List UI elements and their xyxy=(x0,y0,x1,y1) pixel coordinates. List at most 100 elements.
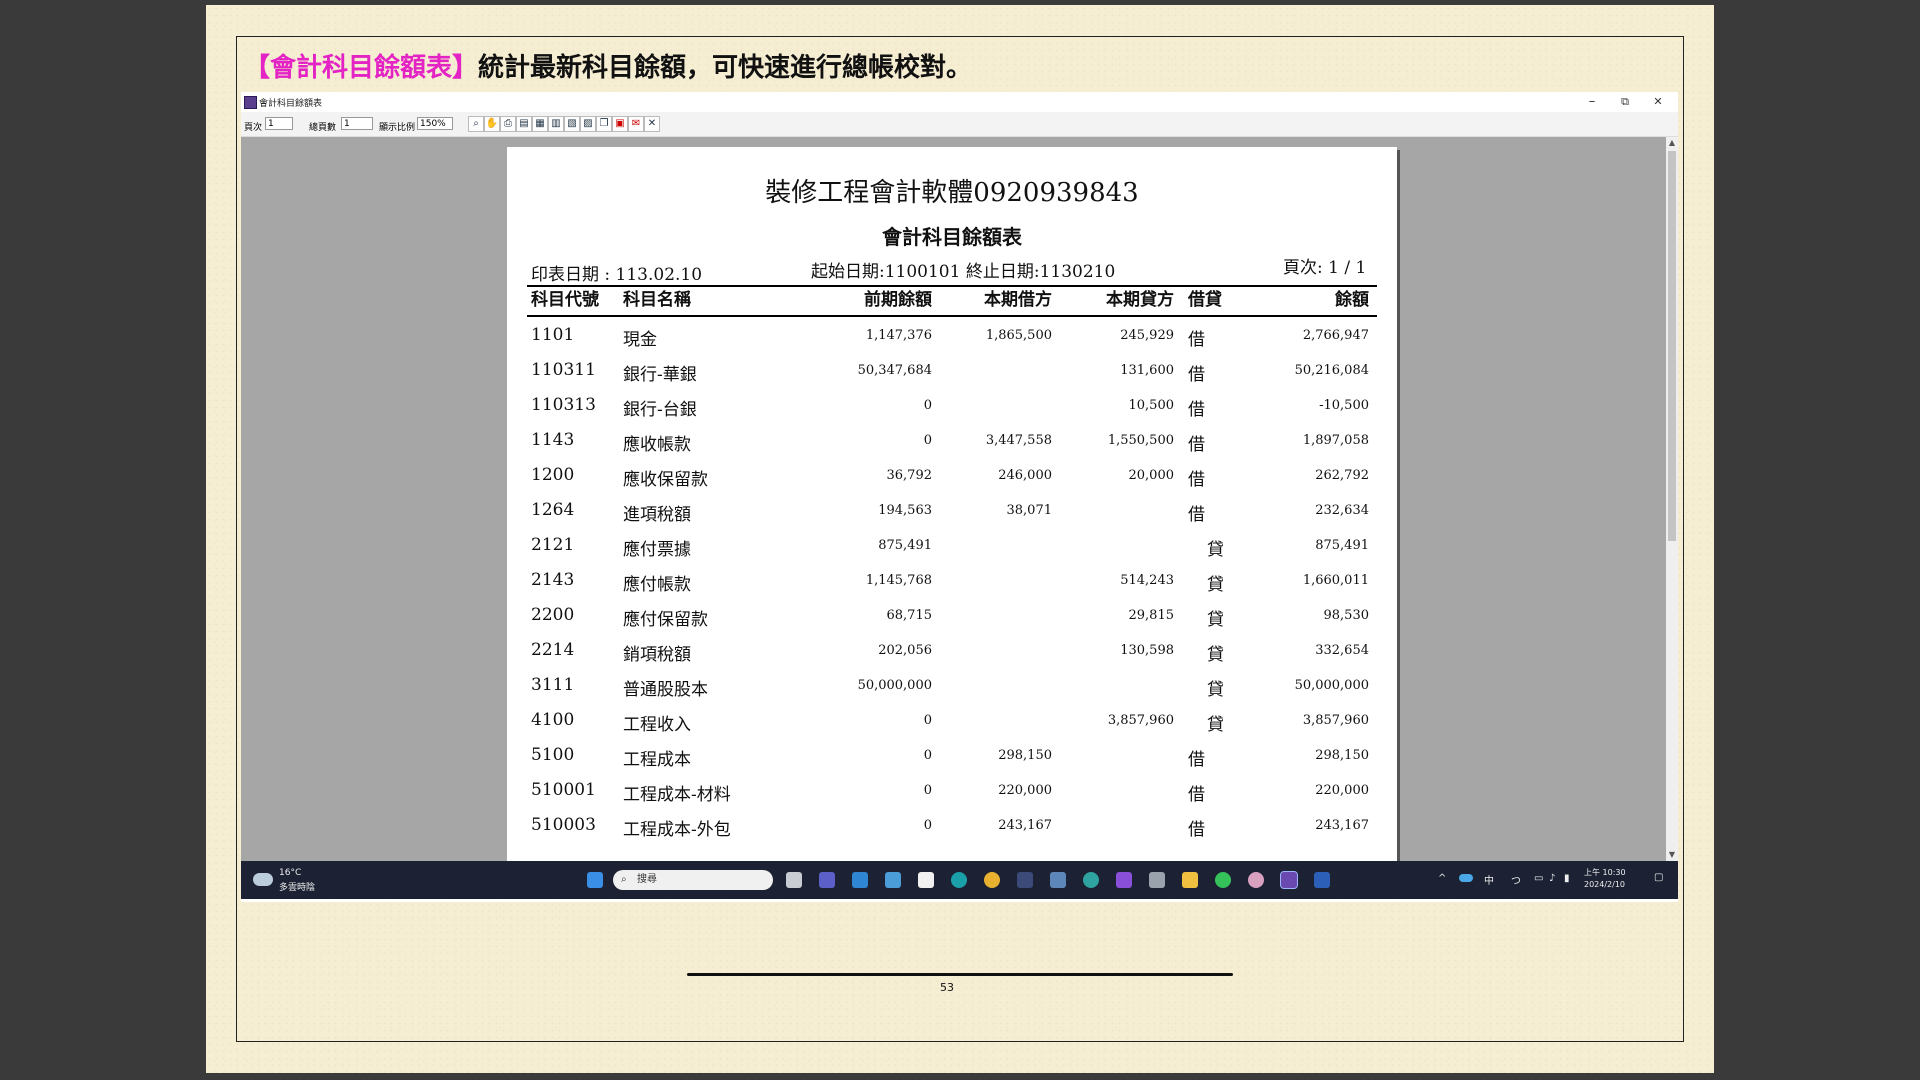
table-row: 1264 進項稅額 194,563 38,071 借 232,634 xyxy=(507,500,1397,530)
report-app-icon[interactable] xyxy=(1280,871,1298,889)
cell-balance: 220,000 xyxy=(1315,783,1369,798)
cell-balance: 50,000,000 xyxy=(1294,678,1369,693)
hand-icon[interactable]: ✋ xyxy=(484,116,500,132)
cell-prev-balance: 0 xyxy=(923,713,932,728)
report-title: 會計科目餘額表 xyxy=(882,225,1022,249)
ime-indicator[interactable]: 中 xyxy=(1484,872,1494,887)
total-pages-input[interactable]: 1 xyxy=(341,117,373,130)
network-icon[interactable]: ▭ xyxy=(1534,873,1543,884)
cell-prev-balance: 50,000,000 xyxy=(857,678,932,693)
cell-direction: 貸 xyxy=(1207,575,1224,595)
cell-name: 銀行-華銀 xyxy=(623,365,697,385)
tray-chevron-icon[interactable]: ^ xyxy=(1438,873,1446,884)
cell-balance: 243,167 xyxy=(1315,818,1369,833)
notification-icon[interactable]: ▢ xyxy=(1654,872,1663,883)
scroll-down-icon[interactable]: ▼ xyxy=(1666,849,1678,861)
col-name: 科目名稱 xyxy=(623,290,691,310)
company-title: 裝修工程會計軟體0920939843 xyxy=(765,178,1139,208)
cell-code: 2214 xyxy=(531,640,575,660)
table-row: 5100 工程成本 0 298,150 借 298,150 xyxy=(507,745,1397,775)
clock-date[interactable]: 2024/2/10 xyxy=(1584,880,1625,889)
edge-icon[interactable] xyxy=(951,872,967,888)
zoom-select[interactable]: 150% xyxy=(417,117,453,130)
page-input[interactable]: 1 xyxy=(265,117,293,130)
word-icon[interactable] xyxy=(1314,872,1330,888)
search-icon: ⌕ xyxy=(621,874,627,885)
cell-direction: 貸 xyxy=(1207,645,1224,665)
volume-icon[interactable]: ♪ xyxy=(1549,873,1555,884)
cell-credit: 29,815 xyxy=(1128,608,1175,623)
export-image-icon[interactable]: ▧ xyxy=(564,116,580,132)
weather-temp: 16°C xyxy=(279,868,302,878)
cell-credit: 245,929 xyxy=(1120,328,1174,343)
vertical-scrollbar[interactable]: ▲ ▼ xyxy=(1666,137,1678,861)
cell-code: 1264 xyxy=(531,500,575,520)
page-setup-icon[interactable]: ▤ xyxy=(516,116,532,132)
restore-button[interactable]: ⧉ xyxy=(1610,93,1640,111)
cell-code: 5100 xyxy=(531,745,575,765)
photos-icon[interactable] xyxy=(885,872,901,888)
mail-icon[interactable]: ✉ xyxy=(628,116,644,132)
clock-time[interactable]: 上午 10:30 xyxy=(1584,867,1626,878)
cell-credit: 20,000 xyxy=(1128,468,1175,483)
export-excel-icon[interactable]: ▦ xyxy=(532,116,548,132)
cell-code: 3111 xyxy=(531,675,575,695)
scroll-thumb[interactable] xyxy=(1668,151,1676,541)
task-view-icon[interactable] xyxy=(786,872,802,888)
app-icon-1[interactable] xyxy=(1017,872,1033,888)
export-pdf-icon[interactable]: ▣ xyxy=(612,116,628,132)
weather-icon[interactable] xyxy=(253,873,273,886)
cell-direction: 借 xyxy=(1188,470,1205,490)
export-html-icon[interactable]: ▨ xyxy=(580,116,596,132)
scroll-up-icon[interactable]: ▲ xyxy=(1666,137,1678,149)
tools-icon[interactable] xyxy=(1149,872,1165,888)
notepad-icon[interactable] xyxy=(852,872,868,888)
close-button[interactable]: ✕ xyxy=(1643,93,1673,111)
visual-studio-icon[interactable] xyxy=(1116,872,1132,888)
battery-icon[interactable]: ▮ xyxy=(1564,873,1570,884)
weather-desc: 多雲時陰 xyxy=(279,883,316,893)
cell-code: 510001 xyxy=(531,780,596,800)
page-indicator: 頁次: 1 / 1 xyxy=(1283,258,1367,278)
cell-code: 1143 xyxy=(531,430,575,450)
cell-direction: 借 xyxy=(1188,820,1205,840)
cell-code: 510003 xyxy=(531,815,596,835)
teams-icon[interactable] xyxy=(819,872,835,888)
folder-icon[interactable] xyxy=(1182,872,1198,888)
cell-direction: 借 xyxy=(1188,365,1205,385)
start-icon[interactable] xyxy=(587,872,603,888)
taskbar-search[interactable]: ⌕ 搜尋 xyxy=(613,870,773,890)
print-date: 印表日期 : 113.02.10 xyxy=(531,265,703,285)
zoom-icon[interactable]: ⌕ xyxy=(468,116,484,132)
cell-name: 工程成本-外包 xyxy=(623,820,731,840)
table-row: 2143 應付帳款 1,145,768 514,243 貸 1,660,011 xyxy=(507,570,1397,600)
cell-balance: 298,150 xyxy=(1315,748,1369,763)
app-icon-4[interactable] xyxy=(1248,872,1264,888)
cell-code: 4100 xyxy=(531,710,575,730)
export-word-icon[interactable]: ▥ xyxy=(548,116,564,132)
table-row: 110311 銀行-華銀 50,347,684 131,600 借 50,216,084 xyxy=(507,360,1397,390)
ime-mode-icon[interactable]: つ xyxy=(1511,872,1521,887)
line-icon[interactable] xyxy=(1215,872,1231,888)
cell-name: 應收帳款 xyxy=(623,435,691,455)
app-icon-3[interactable] xyxy=(1083,872,1099,888)
cell-balance: 3,857,960 xyxy=(1302,713,1369,728)
header-bottom-rule xyxy=(527,315,1377,317)
screenshot-window: 會計科目餘額表 – ⧉ ✕ 頁次 1 總頁數 1 顯示比例 150% ⌕ ✋ ⎙… xyxy=(241,92,1678,902)
app-icon-2[interactable] xyxy=(1050,872,1066,888)
print-icon[interactable]: ⎙ xyxy=(500,116,516,132)
store-icon[interactable] xyxy=(918,872,934,888)
cell-direction: 貸 xyxy=(1207,610,1224,630)
preview-toolbar: 頁次 1 總頁數 1 顯示比例 150% ⌕ ✋ ⎙ ▤ ▦ ▥ ▧ ▨ ❐ ▣… xyxy=(241,112,1678,137)
close-preview-icon[interactable]: ✕ xyxy=(644,116,660,132)
minimize-button[interactable]: – xyxy=(1577,93,1607,111)
cell-balance: 232,634 xyxy=(1315,503,1369,518)
cell-direction: 借 xyxy=(1188,750,1205,770)
copy-icon[interactable]: ❐ xyxy=(596,116,612,132)
col-credit: 本期貸方 xyxy=(1106,290,1174,310)
chrome-icon[interactable] xyxy=(984,872,1000,888)
cell-name: 應付票據 xyxy=(623,540,691,560)
cell-direction: 貸 xyxy=(1207,540,1224,560)
onedrive-icon[interactable] xyxy=(1459,874,1473,882)
preview-area: 裝修工程會計軟體0920939843 會計科目餘額表 印表日期 : 113.02… xyxy=(241,137,1666,877)
